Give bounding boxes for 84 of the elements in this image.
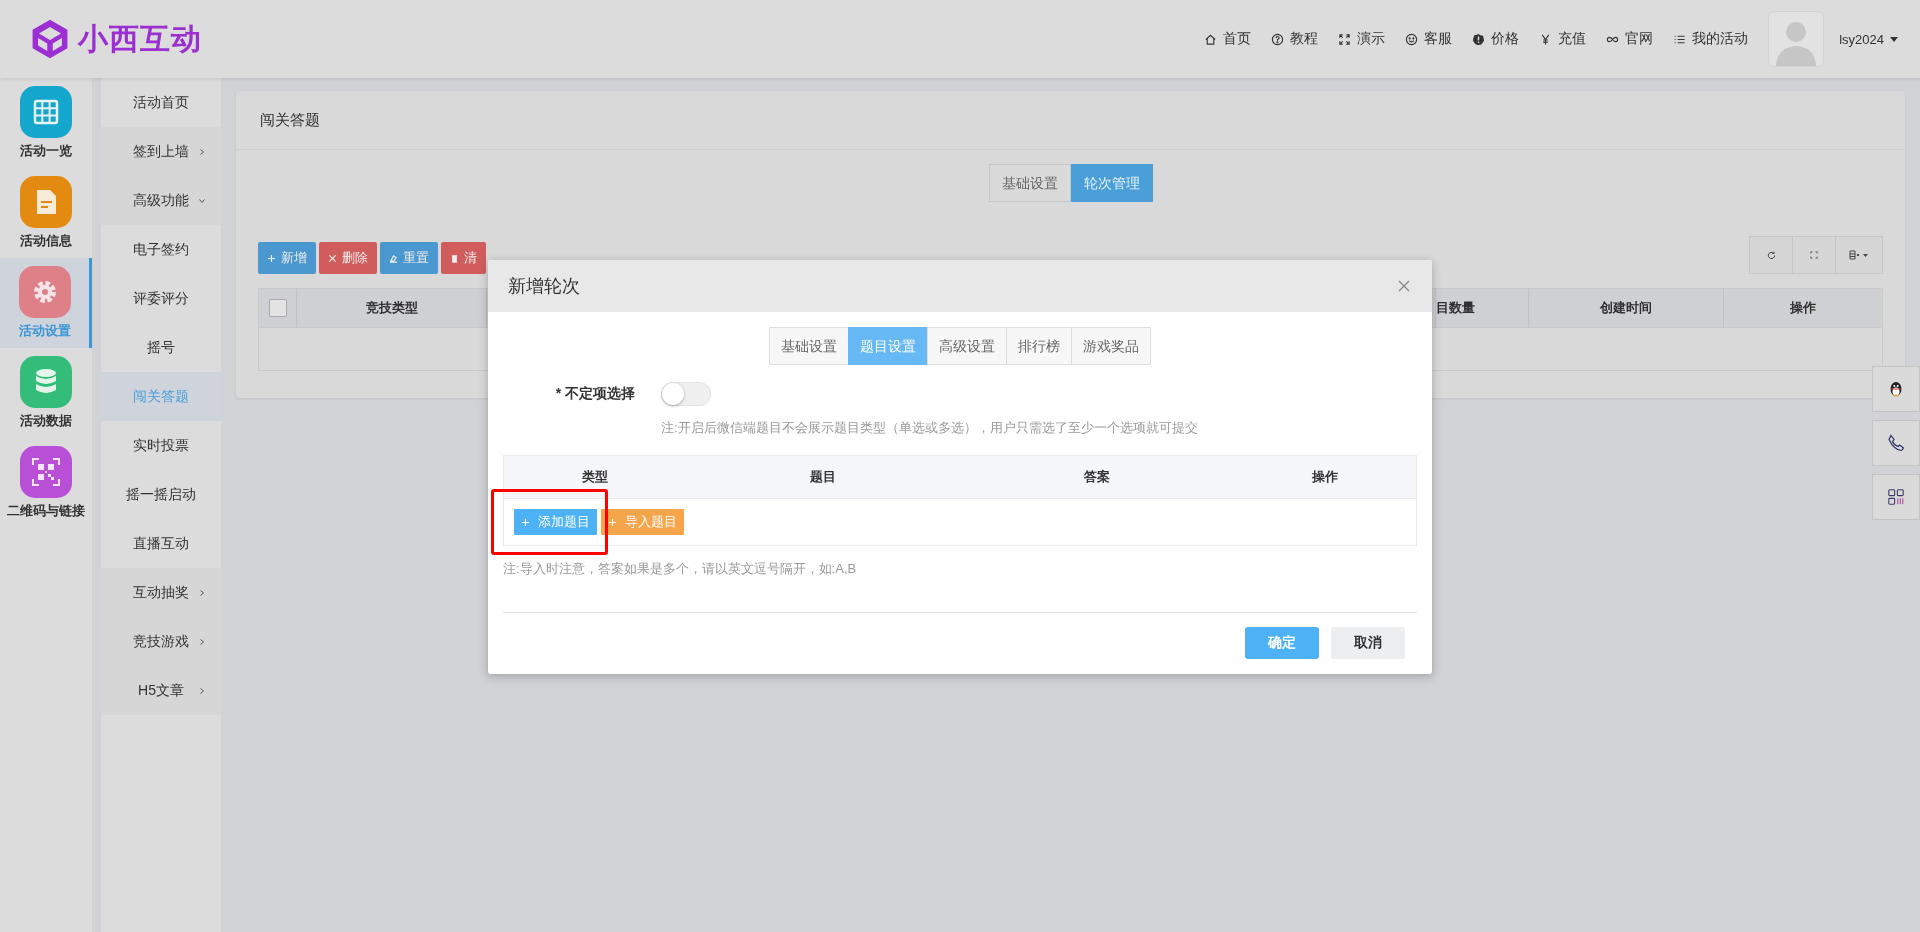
smiley-icon bbox=[1405, 32, 1419, 46]
top-nav-link[interactable]: 教程 bbox=[1271, 30, 1319, 48]
document-icon bbox=[20, 176, 72, 228]
phone-icon bbox=[1886, 433, 1906, 453]
app-nav-item[interactable]: 活动一览 bbox=[0, 78, 92, 168]
logo-text: 小西互动 bbox=[78, 20, 202, 57]
caret-icon bbox=[1890, 36, 1898, 42]
expand-icon bbox=[1338, 32, 1352, 46]
sub-nav-group[interactable]: 互动抽奖 bbox=[101, 568, 221, 617]
grid-icon bbox=[20, 86, 72, 138]
qr-code-icon bbox=[20, 446, 72, 498]
cancel-button[interactable]: 取消 bbox=[1331, 627, 1405, 659]
tab[interactable]: 基础设置 bbox=[988, 164, 1071, 202]
avatar-silhouette-icon[interactable] bbox=[1768, 11, 1825, 67]
clear-button[interactable]: 清 bbox=[441, 242, 486, 274]
close-button[interactable] bbox=[1396, 278, 1412, 294]
column-header: 竞技类型 bbox=[297, 289, 487, 327]
database-icon bbox=[20, 356, 72, 408]
field-label: * 不定项选择 bbox=[554, 385, 635, 403]
qr-code-icon bbox=[1887, 488, 1905, 506]
sub-nav-item[interactable]: 摇一摇启动 bbox=[101, 470, 221, 519]
tab[interactable]: 排行榜 bbox=[1005, 327, 1072, 365]
refresh-button[interactable] bbox=[1749, 236, 1793, 274]
user-menu[interactable]: lsy2024 bbox=[1839, 31, 1898, 47]
close-icon bbox=[1398, 280, 1410, 292]
fullscreen-button[interactable] bbox=[1792, 236, 1836, 274]
sub-nav-group[interactable]: 签到上墙 bbox=[101, 127, 221, 176]
home-icon bbox=[1204, 32, 1218, 46]
sub-nav-item[interactable]: 活动首页 bbox=[101, 78, 221, 127]
page-title: 闯关答题 bbox=[236, 91, 1905, 150]
sub-nav-group[interactable]: 竞技游戏 bbox=[101, 617, 221, 666]
column-header: 题目 bbox=[809, 468, 837, 486]
delete-button[interactable]: 删除 bbox=[319, 242, 377, 274]
alert-badge-icon bbox=[1472, 32, 1486, 46]
column-header: 答案 bbox=[1083, 468, 1111, 486]
qr-code-button[interactable] bbox=[1872, 474, 1920, 520]
tab[interactable]: 高级设置 bbox=[926, 327, 1007, 365]
plus-icon bbox=[608, 517, 617, 527]
expand-icon bbox=[1810, 251, 1818, 259]
top-nav-link[interactable]: 我的活动 bbox=[1673, 30, 1749, 48]
app-nav-item[interactable]: 活动信息 bbox=[0, 168, 92, 258]
column-header: 创建时间 bbox=[1529, 289, 1724, 327]
sub-nav-group[interactable]: 高级功能 bbox=[101, 176, 221, 225]
top-nav-link[interactable]: 首页 bbox=[1204, 30, 1252, 48]
top-nav-link[interactable]: 客服 bbox=[1405, 30, 1453, 48]
chevron-icon bbox=[199, 148, 205, 155]
refresh-icon bbox=[1766, 250, 1776, 260]
toggle-switch[interactable] bbox=[661, 382, 711, 406]
column-header: 目数量 bbox=[1436, 289, 1529, 327]
sub-nav-item[interactable]: 直播互动 bbox=[101, 519, 221, 568]
chevron-icon bbox=[199, 197, 205, 204]
chevron-icon bbox=[199, 638, 205, 645]
sub-nav-item[interactable]: 摇号 bbox=[101, 323, 221, 372]
columns-button[interactable] bbox=[1835, 236, 1883, 274]
app-nav-item[interactable]: 活动数据 bbox=[0, 348, 92, 438]
dialog-title: 新增轮次 bbox=[508, 275, 580, 298]
settings-icon bbox=[18, 266, 71, 318]
hint-text: 注:导入时注意，答案如果是多个，请以英文逗号隔开，如:A,B bbox=[503, 560, 858, 578]
column-header: 类型 bbox=[581, 468, 609, 486]
trash-icon bbox=[450, 253, 459, 263]
chevron-icon bbox=[199, 687, 205, 694]
help-icon bbox=[1271, 32, 1285, 46]
checkbox[interactable] bbox=[268, 299, 287, 317]
tab[interactable]: 游戏奖品 bbox=[1070, 327, 1151, 365]
column-header: 操作 bbox=[1311, 468, 1339, 486]
sub-nav-item[interactable]: 实时投票 bbox=[101, 421, 221, 470]
tab[interactable]: 基础设置 bbox=[768, 327, 849, 365]
close-icon bbox=[328, 253, 337, 263]
sub-nav-group[interactable]: H5文章 bbox=[101, 666, 221, 715]
top-nav-link[interactable]: 价格 bbox=[1472, 30, 1520, 48]
chevron-icon bbox=[199, 589, 205, 596]
sub-nav-item[interactable]: 电子签约 bbox=[101, 225, 221, 274]
app-nav-item[interactable]: 二维码与链接 bbox=[0, 438, 92, 528]
top-nav-link[interactable]: 演示 bbox=[1338, 30, 1386, 48]
penguin-chat-button[interactable] bbox=[1872, 366, 1920, 412]
sub-nav-item[interactable]: 评委评分 bbox=[101, 274, 221, 323]
eraser-icon bbox=[389, 253, 398, 263]
column-header: 操作 bbox=[1789, 299, 1817, 317]
columns-icon bbox=[1849, 250, 1869, 260]
phone-button[interactable] bbox=[1872, 420, 1920, 466]
top-nav-link[interactable]: 充值 bbox=[1539, 30, 1587, 48]
plus-icon bbox=[267, 253, 276, 263]
plus-icon bbox=[521, 517, 530, 527]
top-nav-link[interactable]: 官网 bbox=[1606, 30, 1654, 48]
